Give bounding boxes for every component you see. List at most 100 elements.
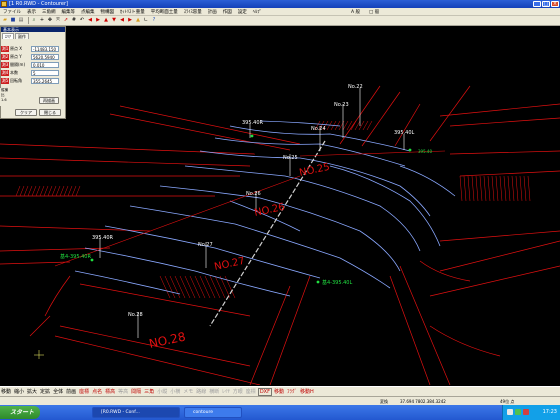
command-button-18[interactable]: 方眼: [232, 388, 244, 395]
command-button-16[interactable]: 横断: [208, 388, 220, 395]
arrow-right2-icon[interactable]: ▶: [127, 18, 133, 24]
command-button-23[interactable]: 移動H: [299, 388, 315, 395]
warning-icon[interactable]: ▲: [135, 18, 141, 24]
hatch-bottom-6: [189, 275, 201, 299]
command-button-15[interactable]: 路線: [195, 388, 207, 395]
command-button-9[interactable]: 等高: [117, 388, 129, 395]
menu-item-6[interactable]: ｶｯﾄﾘｽト重量: [120, 9, 145, 15]
rotation-input[interactable]: 355.2645: [31, 78, 59, 84]
command-button-5[interactable]: 前画: [65, 388, 77, 395]
tray-icon-1[interactable]: [507, 409, 513, 415]
command-button-0[interactable]: 移動: [0, 388, 12, 395]
hatch-bottom-1: [164, 275, 176, 299]
road-line-18: [394, 103, 421, 147]
command-button-1[interactable]: 縮小: [13, 388, 25, 395]
tray-icon-2[interactable]: [515, 409, 521, 415]
command-button-8[interactable]: 標高: [104, 388, 116, 395]
taskbar: スタート [R0.RWD - Conf... contoure 17:23: [0, 405, 560, 420]
menu-item-7[interactable]: 平均断面土量: [151, 9, 178, 15]
command-button-10[interactable]: 間隔: [130, 388, 142, 395]
close-button[interactable]: ×: [551, 1, 559, 7]
menu-extra-1[interactable]: A 般: [351, 9, 360, 15]
plus-icon[interactable]: +: [39, 18, 45, 24]
hatch-right-9: [495, 175, 499, 202]
panel-close-button[interactable]: 閉じる: [39, 109, 61, 116]
undo-icon[interactable]: ↶: [79, 18, 85, 24]
tab-area[interactable]: ｴﾘｱ: [2, 33, 14, 39]
hatch-left-2: [23, 185, 29, 197]
menu-item-11[interactable]: 設定: [238, 9, 247, 15]
command-button-2[interactable]: 拡大: [26, 388, 38, 395]
command-button-6[interactable]: 座標: [78, 388, 90, 395]
label-base-right: 基4-395.40L: [322, 279, 352, 286]
command-button-3[interactable]: 定拡: [39, 388, 51, 395]
road-line-0: [119, 105, 301, 145]
open-folder-icon[interactable]: ▰: [2, 18, 8, 24]
interval-input[interactable]: 0.010: [31, 62, 59, 68]
hatch-bottom-8: [199, 275, 211, 299]
menu-item-5[interactable]: 物構図: [101, 9, 115, 15]
arrow-left2-icon[interactable]: ◀: [119, 18, 125, 24]
menu-item-9[interactable]: 計画: [208, 9, 217, 15]
menu-item-12[interactable]: ﾍﾙﾌﾟ: [253, 9, 262, 15]
command-button-21[interactable]: 移動: [273, 388, 285, 395]
pan-icon[interactable]: ⤧: [55, 18, 61, 24]
ruler-icon[interactable]: ∟: [143, 18, 149, 24]
help-icon[interactable]: ?: [151, 18, 157, 24]
label-395-40l: 395.40L: [394, 130, 414, 136]
command-button-19[interactable]: 座標: [245, 388, 257, 395]
taskbar-item-contourer[interactable]: [R0.RWD - Conf...: [92, 407, 180, 418]
arrow-right-icon[interactable]: ▶: [95, 18, 101, 24]
menu-item-0[interactable]: ファイル: [3, 9, 21, 15]
menu-item-2[interactable]: 三角網: [42, 9, 56, 15]
hatch-top-9: [350, 120, 357, 131]
redraw-button[interactable]: 再描画: [39, 97, 59, 104]
origin-y-input[interactable]: 5620.5940: [31, 54, 59, 60]
menu-item-3[interactable]: 編集等: [62, 9, 76, 15]
command-button-17[interactable]: ﾚｲﾔ: [221, 388, 231, 395]
drawing-canvas[interactable]: No.22 No.23 No.24 No.25 No.26 No.27 No.2…: [0, 26, 560, 385]
print-icon[interactable]: ▤: [18, 18, 24, 24]
grid-icon[interactable]: #: [71, 18, 77, 24]
arrow-icon[interactable]: ➚: [63, 18, 69, 24]
taskbar-item-folder[interactable]: contoure: [184, 407, 242, 418]
tab-sub[interactable]: 副作: [15, 33, 29, 39]
hatch-right-3: [471, 175, 475, 202]
arrow-down-icon[interactable]: ▼: [111, 18, 117, 24]
menu-extra-2[interactable]: □ 般: [369, 9, 379, 15]
menu-item-10[interactable]: 作図: [223, 9, 232, 15]
menu-item-4[interactable]: 点編集: [81, 9, 95, 15]
arrow-up-icon[interactable]: ▲: [103, 18, 109, 24]
command-button-20[interactable]: DXF: [257, 387, 272, 396]
clear-button[interactable]: クリア: [15, 109, 37, 116]
road-line-27: [29, 315, 51, 337]
tray-icon-3[interactable]: [523, 409, 529, 415]
command-button-7[interactable]: 点名: [91, 388, 103, 395]
command-button-4[interactable]: 全体: [52, 388, 64, 395]
minimize-button[interactable]: _: [533, 1, 541, 7]
hatch-left-0: [15, 185, 21, 197]
menu-item-8[interactable]: ｽﾗｲｽ容量: [184, 9, 202, 15]
hatch-bottom-7: [194, 275, 206, 299]
road-line-1: [109, 113, 291, 151]
command-button-14[interactable]: メモ: [182, 388, 194, 395]
origin-x-input[interactable]: -11483.150: [31, 46, 59, 52]
menu-item-1[interactable]: 表示: [27, 9, 36, 15]
row-count: 本数 5: [10, 70, 59, 76]
command-button-12[interactable]: 小縦: [156, 388, 168, 395]
move-icon[interactable]: ✥: [47, 18, 53, 24]
command-button-11[interactable]: 三角: [143, 388, 155, 395]
road-line-30: [429, 325, 501, 357]
start-button[interactable]: スタート: [0, 406, 40, 419]
hatch-bottom-9: [204, 275, 216, 299]
arrow-left-icon[interactable]: ◀: [87, 18, 93, 24]
zoom-icon[interactable]: ⌕: [31, 18, 37, 24]
rotation-label: 回転角: [10, 78, 22, 83]
hatch-top-8: [346, 120, 353, 131]
count-input[interactable]: 5: [31, 70, 59, 76]
maximize-button[interactable]: □: [542, 1, 550, 7]
save-icon[interactable]: ■: [10, 18, 16, 24]
command-button-13[interactable]: 小横: [169, 388, 181, 395]
command-button-22[interactable]: ﾌﾗｸﾞ: [286, 388, 298, 395]
hatch-left-3: [27, 185, 33, 197]
